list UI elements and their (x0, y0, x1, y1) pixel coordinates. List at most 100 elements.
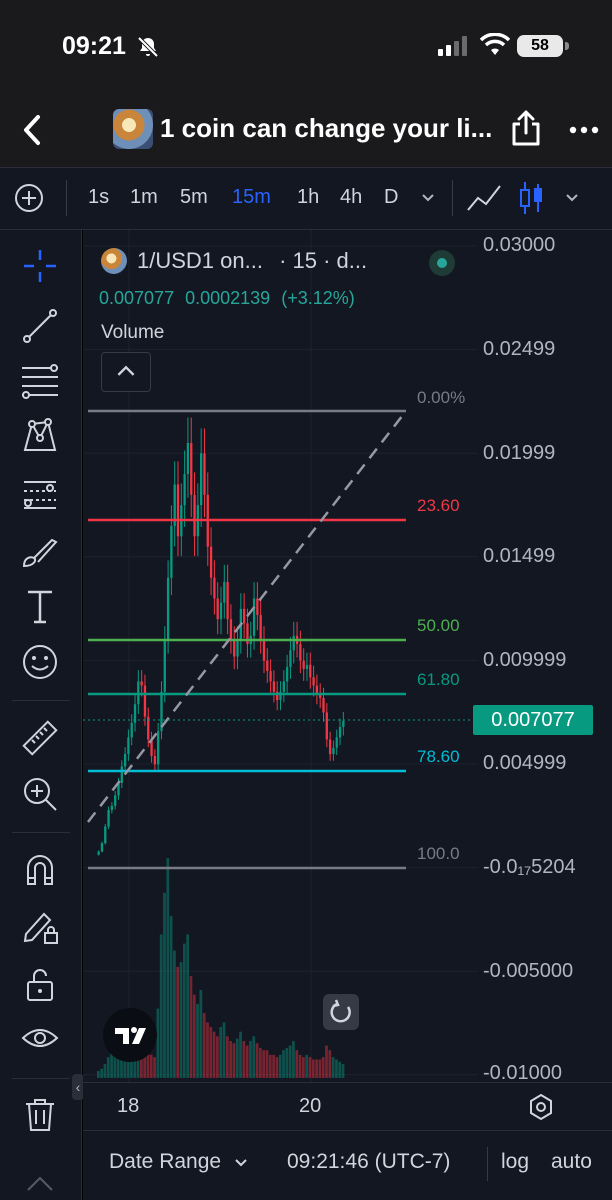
candle-body (269, 671, 272, 682)
lock-drawings-icon[interactable] (20, 906, 60, 946)
timeframe-1m[interactable]: 1m (130, 186, 158, 209)
candle-body (262, 639, 266, 661)
sidebar-divider (12, 832, 70, 833)
battery-tip (565, 42, 569, 50)
time-axis[interactable]: 18 20 (83, 1082, 612, 1130)
candle-body (315, 685, 319, 694)
volume-bar (212, 1031, 216, 1078)
volume-bar (149, 1054, 153, 1078)
ruler-icon[interactable] (20, 718, 60, 758)
back-arrow-icon[interactable] (18, 113, 48, 147)
fib-retracement-icon[interactable] (20, 360, 60, 400)
nav-bar: 1 coin can change your li... (0, 95, 612, 168)
chevron-up-icon[interactable] (20, 1166, 60, 1200)
volume-bar (331, 1057, 335, 1078)
candle-body (166, 577, 170, 640)
trash-icon[interactable] (20, 1094, 60, 1134)
add-symbol-icon[interactable] (14, 183, 44, 213)
candle-body (226, 581, 229, 620)
candle-body (259, 615, 262, 640)
page-title[interactable]: 1 coin can change your li... (160, 113, 492, 144)
volume-bar (166, 858, 170, 1078)
candle-body (236, 639, 239, 657)
channel-avatar (113, 109, 153, 149)
legend-symbol[interactable]: 1/USD1 on... · 15 · d... (137, 248, 367, 274)
volume-bar (156, 1008, 160, 1078)
volume-bar (245, 1045, 249, 1078)
candle-body (282, 681, 285, 692)
candle-body (289, 650, 292, 667)
timeframe-4h[interactable]: 4h (340, 186, 362, 209)
chart-pane[interactable]: 1/USD1 on... · 15 · d... 0.007077 0.0002… (83, 230, 612, 1082)
text-tool-icon[interactable] (20, 586, 60, 626)
time-tick: 18 (117, 1095, 140, 1117)
volume-bar (189, 976, 193, 1078)
date-range-button[interactable]: Date Range (109, 1150, 221, 1174)
candle-body (209, 546, 213, 578)
battery-level: 58 (517, 35, 563, 57)
volume-bar (169, 915, 173, 1078)
volume-bar (209, 1027, 213, 1078)
pattern-icon[interactable] (20, 416, 60, 456)
line-chart-type-icon[interactable] (466, 182, 502, 214)
time-tick: 20 (299, 1095, 322, 1117)
volume-bar (179, 962, 183, 1078)
more-options-icon[interactable] (568, 115, 600, 145)
forecast-icon[interactable] (20, 474, 60, 514)
candle-body (256, 598, 259, 616)
brush-icon[interactable] (20, 532, 60, 572)
candle-body (216, 598, 219, 620)
volume-bar (252, 1036, 256, 1078)
status-bar: 09:21 58 (0, 0, 612, 95)
log-scale-toggle[interactable]: log (501, 1150, 529, 1174)
reset-chart-icon[interactable] (323, 994, 359, 1030)
price-tick: 0.01999 (483, 442, 556, 464)
timeframe-d[interactable]: D (384, 186, 398, 209)
volume-bar (278, 1054, 282, 1078)
fib-label-0: 0.00% (417, 388, 466, 407)
eye-icon[interactable] (20, 1018, 60, 1058)
price-tick: 0.004999 (483, 752, 567, 774)
zoom-in-icon[interactable] (20, 774, 60, 814)
candle-body (325, 712, 328, 740)
price-change: 0.0002139 (185, 288, 271, 308)
chevron-down-icon[interactable] (420, 190, 436, 206)
candle-body (328, 739, 332, 754)
chevron-down-icon[interactable] (233, 1155, 249, 1171)
cellular-signal-icon (438, 36, 467, 56)
settings-icon[interactable] (527, 1093, 555, 1121)
volume-bar (173, 950, 176, 1078)
chart-toolbar: 1s 1m 5m 15m 1h 4h D (0, 168, 612, 230)
volume-bar (106, 1057, 110, 1078)
volume-bar (268, 1054, 272, 1078)
status-time: 09:21 (62, 32, 126, 60)
volume-legend[interactable]: Volume (101, 322, 164, 344)
candle-body (305, 664, 309, 669)
magnet-icon[interactable] (20, 850, 60, 890)
timeframe-1s[interactable]: 1s (88, 186, 109, 209)
price-tick: 0.01499 (483, 545, 556, 567)
auto-scale-toggle[interactable]: auto (551, 1150, 592, 1174)
share-icon[interactable] (510, 109, 542, 147)
unlock-icon[interactable] (20, 964, 60, 1004)
volume-bar (325, 1045, 328, 1078)
price-tick: -0.01000 (483, 1062, 562, 1082)
emoji-icon[interactable] (20, 642, 60, 682)
volume-bar (292, 1040, 295, 1078)
candle-body (97, 851, 100, 855)
timeframe-15m[interactable]: 15m (232, 186, 271, 209)
candle-body (302, 660, 305, 669)
candle-body (190, 442, 193, 495)
candlestick-chart-type-icon[interactable] (518, 180, 546, 216)
candle-body (143, 685, 147, 717)
market-status-icon[interactable] (429, 250, 455, 276)
timeframe-5m[interactable]: 5m (180, 186, 208, 209)
candle-body (335, 737, 338, 748)
chart-clock[interactable]: 09:21:46 (UTC-7) (287, 1150, 450, 1174)
trend-line-icon[interactable] (20, 306, 60, 346)
crosshair-icon[interactable] (20, 246, 60, 286)
timeframe-1h[interactable]: 1h (297, 186, 319, 209)
collapse-legend-button[interactable] (101, 352, 151, 392)
volume-bar (338, 1061, 342, 1078)
chevron-down-icon[interactable] (564, 190, 580, 206)
